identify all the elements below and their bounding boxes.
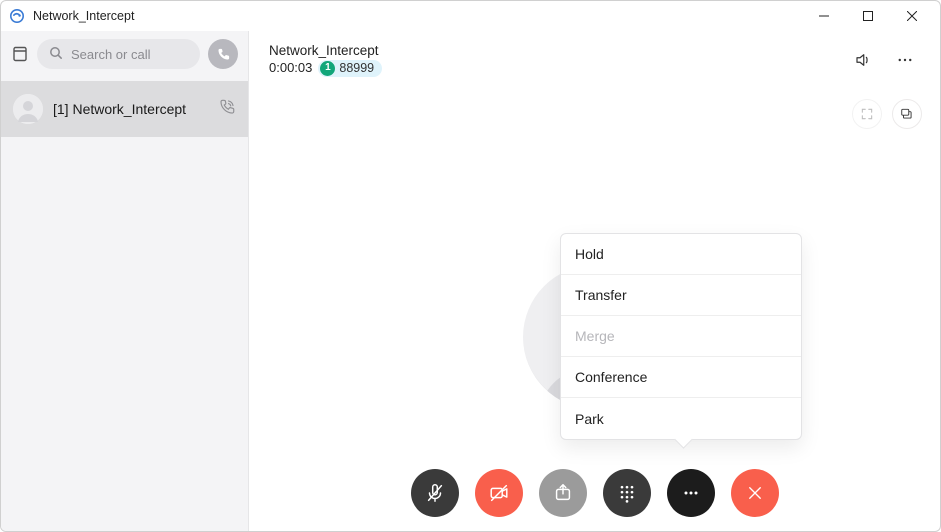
- call-badge: 1 88999: [318, 60, 382, 77]
- pop-out-button[interactable]: [892, 99, 922, 129]
- share-button[interactable]: [539, 469, 587, 517]
- avatar-small: [13, 94, 43, 124]
- main-panel: Network_Intercept 0:00:03 1 88999: [249, 31, 940, 531]
- video-off-button[interactable]: [475, 469, 523, 517]
- badge-number: 88999: [339, 61, 374, 76]
- menu-label: Transfer: [575, 287, 627, 303]
- search-input[interactable]: Search or call: [37, 39, 200, 69]
- menu-item-conference[interactable]: Conference: [561, 357, 801, 398]
- history-icon[interactable]: [11, 45, 29, 63]
- call-name: Network_Intercept: [269, 43, 382, 59]
- minimize-button[interactable]: [802, 2, 846, 30]
- call-controls: [249, 469, 940, 517]
- phone-icon: [218, 98, 236, 121]
- app-window: Network_Intercept Search or call: [0, 0, 941, 532]
- audio-output-button[interactable]: [848, 45, 878, 75]
- menu-item-transfer[interactable]: Transfer: [561, 275, 801, 316]
- maximize-button[interactable]: [846, 2, 890, 30]
- more-button[interactable]: [890, 45, 920, 75]
- call-options-menu: Hold Transfer Merge Conference Park: [560, 233, 802, 440]
- window-title: Network_Intercept: [33, 9, 134, 23]
- dialpad-button[interactable]: [603, 469, 651, 517]
- menu-item-merge: Merge: [561, 316, 801, 357]
- hangup-button[interactable]: [731, 469, 779, 517]
- search-icon: [49, 46, 63, 63]
- menu-label: Merge: [575, 328, 615, 344]
- titlebar: Network_Intercept: [1, 1, 940, 31]
- menu-label: Park: [575, 411, 604, 427]
- menu-label: Hold: [575, 246, 604, 262]
- close-window-button[interactable]: [890, 2, 934, 30]
- fullscreen-button[interactable]: [852, 99, 882, 129]
- call-duration: 0:00:03: [269, 60, 312, 76]
- sidebar-call-label: [1] Network_Intercept: [53, 101, 208, 117]
- mini-controls: [852, 99, 922, 129]
- dial-button[interactable]: [208, 39, 238, 69]
- call-meta: Network_Intercept 0:00:03 1 88999: [269, 43, 382, 76]
- badge-count: 1: [320, 61, 335, 76]
- sidebar: Search or call [1] Network_Intercept: [1, 31, 249, 531]
- menu-item-park[interactable]: Park: [561, 398, 801, 439]
- menu-label: Conference: [575, 369, 647, 385]
- app-icon: [9, 8, 25, 24]
- main-header: Network_Intercept 0:00:03 1 88999: [249, 31, 940, 89]
- body: Search or call [1] Network_Intercept: [1, 31, 940, 531]
- sidebar-call-item[interactable]: [1] Network_Intercept: [1, 81, 248, 137]
- menu-item-hold[interactable]: Hold: [561, 234, 801, 275]
- call-sub: 0:00:03 1 88999: [269, 60, 382, 77]
- call-more-button[interactable]: [667, 469, 715, 517]
- sidebar-top: Search or call: [1, 39, 248, 81]
- mute-button[interactable]: [411, 469, 459, 517]
- search-placeholder: Search or call: [71, 47, 150, 62]
